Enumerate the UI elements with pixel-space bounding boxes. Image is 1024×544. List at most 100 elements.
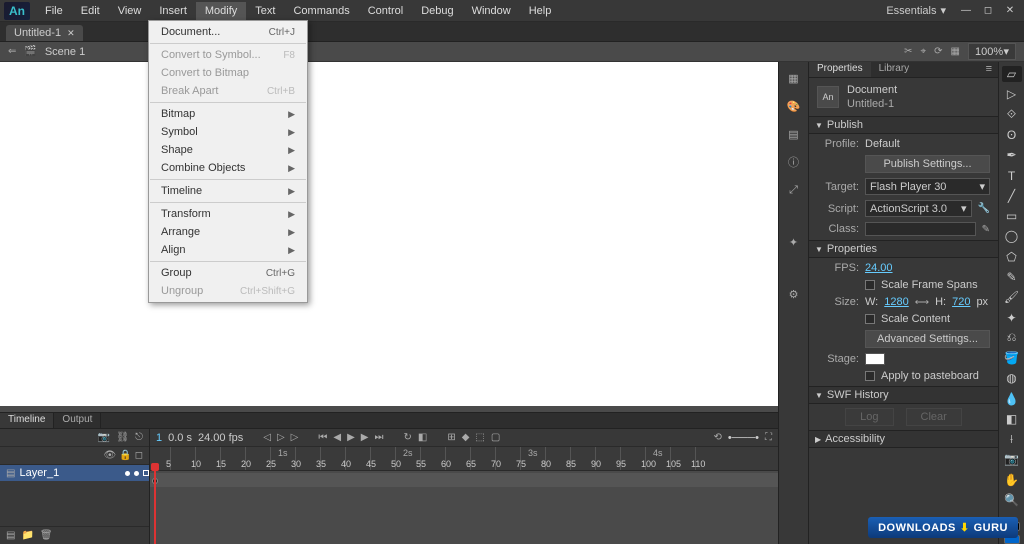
target-dropdown[interactable]: Flash Player 30▾: [865, 178, 990, 195]
subselection-tool[interactable]: ▷: [1002, 86, 1022, 102]
menu-help[interactable]: Help: [520, 2, 561, 20]
menuitem-shape[interactable]: Shape▶: [149, 141, 307, 159]
workspace-switcher[interactable]: Essentials▾: [880, 2, 952, 19]
paint-brush-tool[interactable]: ✦: [1002, 309, 1022, 325]
tab-timeline[interactable]: Timeline: [0, 413, 54, 428]
eraser-tool[interactable]: ◧: [1002, 411, 1022, 427]
frame-span-icon[interactable]: ⬚: [475, 432, 484, 443]
camera-tool[interactable]: 📷: [1002, 451, 1022, 467]
height-value[interactable]: 720: [952, 296, 970, 308]
insert-keyframe-icon[interactable]: ◆: [462, 432, 470, 443]
section-swf-header[interactable]: ▼SWF History: [809, 386, 998, 404]
lasso-tool[interactable]: ʘ: [1002, 127, 1022, 143]
stage-center-icon[interactable]: ⌖: [921, 46, 927, 57]
menuitem-document[interactable]: Document...Ctrl+J: [149, 23, 307, 41]
free-transform-tool[interactable]: ⟐: [1002, 107, 1022, 123]
close-tab-icon[interactable]: ✕: [67, 28, 75, 39]
document-tab[interactable]: Untitled-1 ✕: [6, 25, 83, 41]
fps-value[interactable]: 24.00: [865, 262, 893, 274]
menu-window[interactable]: Window: [463, 2, 520, 20]
menu-file[interactable]: File: [36, 2, 72, 20]
bone-tool[interactable]: ⎌: [1002, 330, 1022, 346]
stage-color-swatch[interactable]: [865, 353, 885, 365]
align-panel-icon[interactable]: ▦: [786, 70, 802, 86]
menuitem-timeline[interactable]: Timeline▶: [149, 182, 307, 200]
outline-icon[interactable]: ◻: [135, 450, 143, 461]
swatches-panel-icon[interactable]: ▤: [786, 126, 802, 142]
rotate-view-icon[interactable]: ⟳: [934, 46, 942, 57]
ink-bottle-tool[interactable]: ◍: [1002, 370, 1022, 386]
width-tool[interactable]: ⟊: [1002, 431, 1022, 447]
components-panel-icon[interactable]: ⚙: [786, 286, 802, 302]
loop-icon[interactable]: ↻: [403, 432, 411, 443]
oval-tool[interactable]: ◯: [1002, 228, 1022, 244]
camera-icon[interactable]: 📷: [98, 432, 110, 443]
window-restore-icon[interactable]: ◻: [980, 5, 996, 17]
stage-area[interactable]: [0, 62, 778, 412]
link-wh-icon[interactable]: ⟷: [915, 297, 929, 308]
eyedropper-tool[interactable]: 💧: [1002, 391, 1022, 407]
wrench-icon[interactable]: 🔧: [978, 203, 990, 214]
goto-first-icon[interactable]: ⏮: [318, 432, 327, 443]
polystar-tool[interactable]: ⬠: [1002, 249, 1022, 265]
delete-layer-icon[interactable]: 🗑: [40, 530, 53, 541]
apply-pasteboard-checkbox[interactable]: [865, 371, 875, 381]
publish-settings-button[interactable]: Publish Settings...: [865, 155, 990, 173]
brush-library-icon[interactable]: ✦: [786, 234, 802, 250]
new-layer-icon[interactable]: ▤: [6, 530, 15, 541]
menu-commands[interactable]: Commands: [284, 2, 358, 20]
play-icon-2[interactable]: ▶: [347, 432, 355, 443]
menuitem-group[interactable]: GroupCtrl+G: [149, 264, 307, 282]
zoom-dropdown[interactable]: 100%▾: [968, 43, 1016, 60]
pasteboard-icon[interactable]: ▦: [951, 46, 960, 57]
layer-depth-icon[interactable]: ⛓: [116, 432, 129, 443]
tab-library[interactable]: Library: [871, 62, 918, 77]
section-properties-header[interactable]: ▼Properties: [809, 240, 998, 258]
panel-menu-icon[interactable]: ≡: [980, 62, 998, 77]
scale-content-checkbox[interactable]: [865, 314, 875, 324]
menu-insert[interactable]: Insert: [150, 2, 196, 20]
pencil-icon[interactable]: ✎: [982, 224, 990, 235]
menu-edit[interactable]: Edit: [72, 2, 109, 20]
layer-row[interactable]: ▤ Layer_1: [0, 465, 149, 481]
menu-view[interactable]: View: [109, 2, 151, 20]
line-tool[interactable]: ╱: [1002, 188, 1022, 204]
playhead[interactable]: [154, 471, 156, 544]
tab-output[interactable]: Output: [54, 413, 101, 428]
scale-spans-checkbox[interactable]: [865, 280, 875, 290]
class-input[interactable]: [865, 222, 976, 236]
script-dropdown[interactable]: ActionScript 3.0▾: [865, 200, 972, 217]
fit-timeline-icon[interactable]: ⛶: [765, 432, 772, 443]
window-minimize-icon[interactable]: —: [958, 5, 974, 17]
step-fwd-icon[interactable]: ▶: [361, 432, 369, 443]
menu-debug[interactable]: Debug: [412, 2, 462, 20]
section-accessibility-header[interactable]: ▶Accessibility: [809, 430, 998, 448]
goto-last-icon[interactable]: ⏭: [374, 432, 383, 443]
pen-tool[interactable]: ✒: [1002, 147, 1022, 163]
pencil-tool[interactable]: ✎: [1002, 269, 1022, 285]
menuitem-bitmap[interactable]: Bitmap▶: [149, 105, 307, 123]
hand-tool[interactable]: ✋: [1002, 472, 1022, 488]
selection-tool[interactable]: ▱: [1002, 66, 1022, 82]
outline-swatch[interactable]: [143, 470, 149, 476]
section-publish-header[interactable]: ▼Publish: [809, 116, 998, 134]
step-back-one-icon[interactable]: ◁: [263, 432, 271, 443]
back-arrow-icon[interactable]: ⇐: [8, 46, 16, 57]
menuitem-arrange[interactable]: Arrange▶: [149, 223, 307, 241]
eye-icon[interactable]: 👁: [104, 450, 117, 461]
menuitem-align[interactable]: Align▶: [149, 241, 307, 259]
play-icon[interactable]: ▷: [277, 432, 285, 443]
clip-edit-icon[interactable]: ✂: [904, 46, 912, 57]
info-panel-icon[interactable]: ⓘ: [786, 154, 802, 170]
onion-skin-icon[interactable]: ◧: [418, 432, 427, 443]
menuitem-combine[interactable]: Combine Objects▶: [149, 159, 307, 177]
zoom-tool[interactable]: 🔍: [1002, 492, 1022, 508]
insert-frame-icon[interactable]: ⊞: [447, 432, 455, 443]
step-back-icon[interactable]: ◀: [333, 432, 341, 443]
paint-bucket-tool[interactable]: 🪣: [1002, 350, 1022, 366]
advanced-settings-button[interactable]: Advanced Settings...: [865, 330, 990, 348]
zoom-slider[interactable]: •───•: [728, 432, 759, 444]
window-close-icon[interactable]: ✕: [1002, 5, 1018, 17]
color-panel-icon[interactable]: 🎨: [786, 98, 802, 114]
new-folder-icon[interactable]: 📁: [21, 530, 33, 541]
